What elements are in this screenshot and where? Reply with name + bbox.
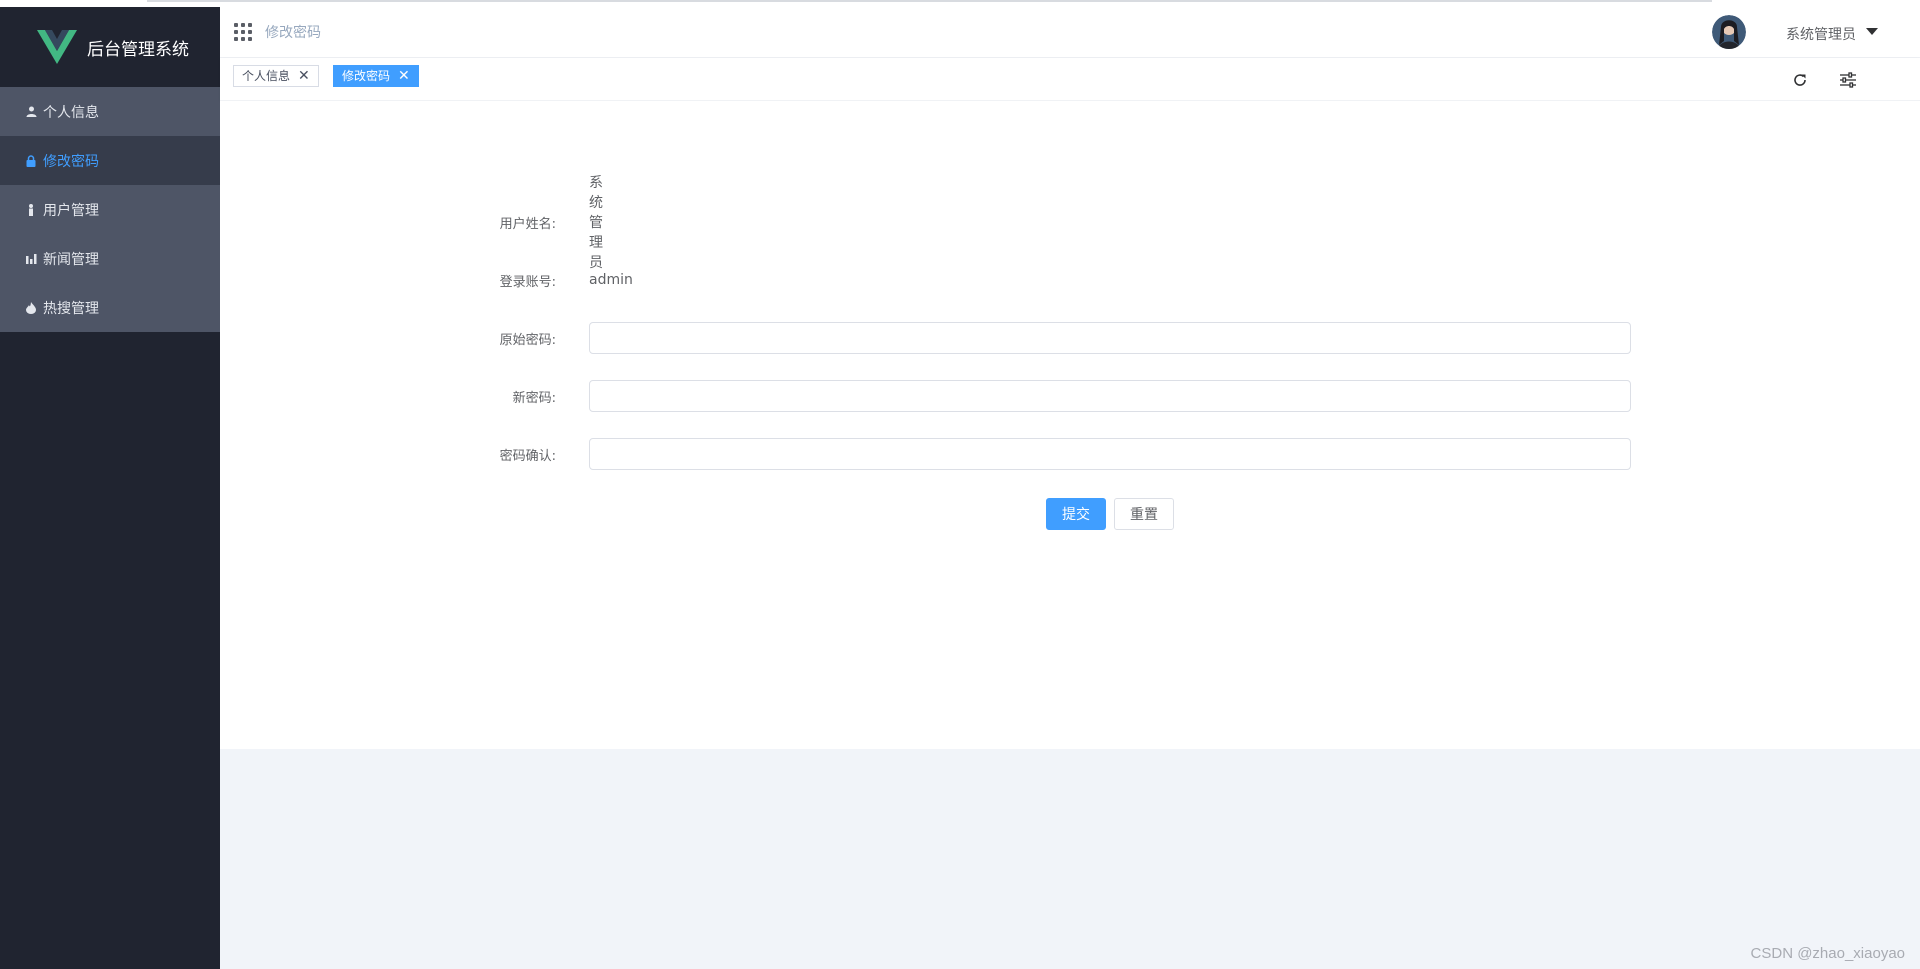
close-icon[interactable]: ✕ bbox=[298, 69, 310, 83]
refresh-icon[interactable] bbox=[1792, 72, 1808, 88]
submit-button[interactable]: 提交 bbox=[1046, 498, 1106, 530]
lock-icon bbox=[25, 154, 37, 167]
username-label: 用户姓名: bbox=[499, 216, 556, 232]
change-password-panel: 用户姓名: 系统管理员 登录账号: admin 原始密码: 新密码: 密码确认:… bbox=[220, 101, 1920, 749]
tag-label: 修改密码 bbox=[342, 69, 391, 83]
watermark: CSDN @zhao_xiaoyao bbox=[1750, 945, 1905, 962]
reset-button[interactable]: 重置 bbox=[1114, 498, 1174, 530]
sidebar: 后台管理系统 个人信息 修改密码 用户管理 新闻管理 热搜管理 bbox=[0, 7, 220, 969]
confirm-password-input[interactable] bbox=[589, 438, 1631, 470]
sidebar-item-hot-search-management[interactable]: 热搜管理 bbox=[0, 283, 220, 332]
sidebar-item-label: 热搜管理 bbox=[43, 300, 99, 317]
tags-view: 个人信息 ✕ 修改密码 ✕ bbox=[220, 58, 1920, 101]
hamburger-grid-icon[interactable] bbox=[234, 23, 252, 41]
scroll-indicator bbox=[147, 0, 1712, 2]
vue-logo-icon bbox=[37, 30, 77, 64]
tag-profile[interactable]: 个人信息 ✕ bbox=[233, 65, 319, 87]
account-value: admin bbox=[589, 272, 633, 288]
confirm-password-label: 密码确认: bbox=[499, 448, 556, 464]
main-area: 修改密码 系统管理员 个人信息 ✕ 修改密码 ✕ 用户姓名: 系统管理员 登录账… bbox=[220, 7, 1920, 969]
user-name-dropdown[interactable]: 系统管理员 bbox=[1786, 24, 1856, 44]
account-label: 登录账号: bbox=[499, 274, 556, 290]
old-password-input[interactable] bbox=[589, 322, 1631, 354]
old-password-label: 原始密码: bbox=[499, 332, 556, 348]
fire-icon bbox=[25, 301, 37, 314]
sidebar-item-profile[interactable]: 个人信息 bbox=[0, 87, 220, 136]
logo: 后台管理系统 bbox=[0, 7, 220, 87]
browser-top-strip bbox=[0, 0, 1920, 7]
sidebar-item-news-management[interactable]: 新闻管理 bbox=[0, 234, 220, 283]
username-value: 系统管理员 bbox=[589, 175, 603, 271]
tag-change-password[interactable]: 修改密码 ✕ bbox=[333, 65, 419, 87]
user-icon bbox=[25, 106, 37, 118]
caret-down-icon[interactable] bbox=[1866, 28, 1878, 35]
new-password-input[interactable] bbox=[589, 380, 1631, 412]
sidebar-item-label: 新闻管理 bbox=[43, 251, 99, 268]
bar-chart-icon bbox=[25, 253, 37, 265]
settings-sliders-icon[interactable] bbox=[1840, 72, 1856, 88]
app-title: 后台管理系统 bbox=[87, 39, 189, 60]
sidebar-item-label: 个人信息 bbox=[43, 104, 99, 121]
sidebar-item-user-management[interactable]: 用户管理 bbox=[0, 185, 220, 234]
breadcrumb: 修改密码 bbox=[265, 25, 321, 41]
navbar: 修改密码 系统管理员 bbox=[220, 7, 1920, 58]
sidebar-menu: 个人信息 修改密码 用户管理 新闻管理 热搜管理 bbox=[0, 87, 220, 332]
person-icon bbox=[25, 203, 37, 216]
sidebar-item-change-password[interactable]: 修改密码 bbox=[0, 136, 220, 185]
tag-label: 个人信息 bbox=[242, 69, 291, 83]
sidebar-item-label: 用户管理 bbox=[43, 202, 99, 219]
avatar[interactable] bbox=[1712, 15, 1746, 49]
close-icon[interactable]: ✕ bbox=[398, 69, 410, 83]
new-password-label: 新密码: bbox=[512, 390, 556, 406]
sidebar-item-label: 修改密码 bbox=[43, 153, 99, 170]
